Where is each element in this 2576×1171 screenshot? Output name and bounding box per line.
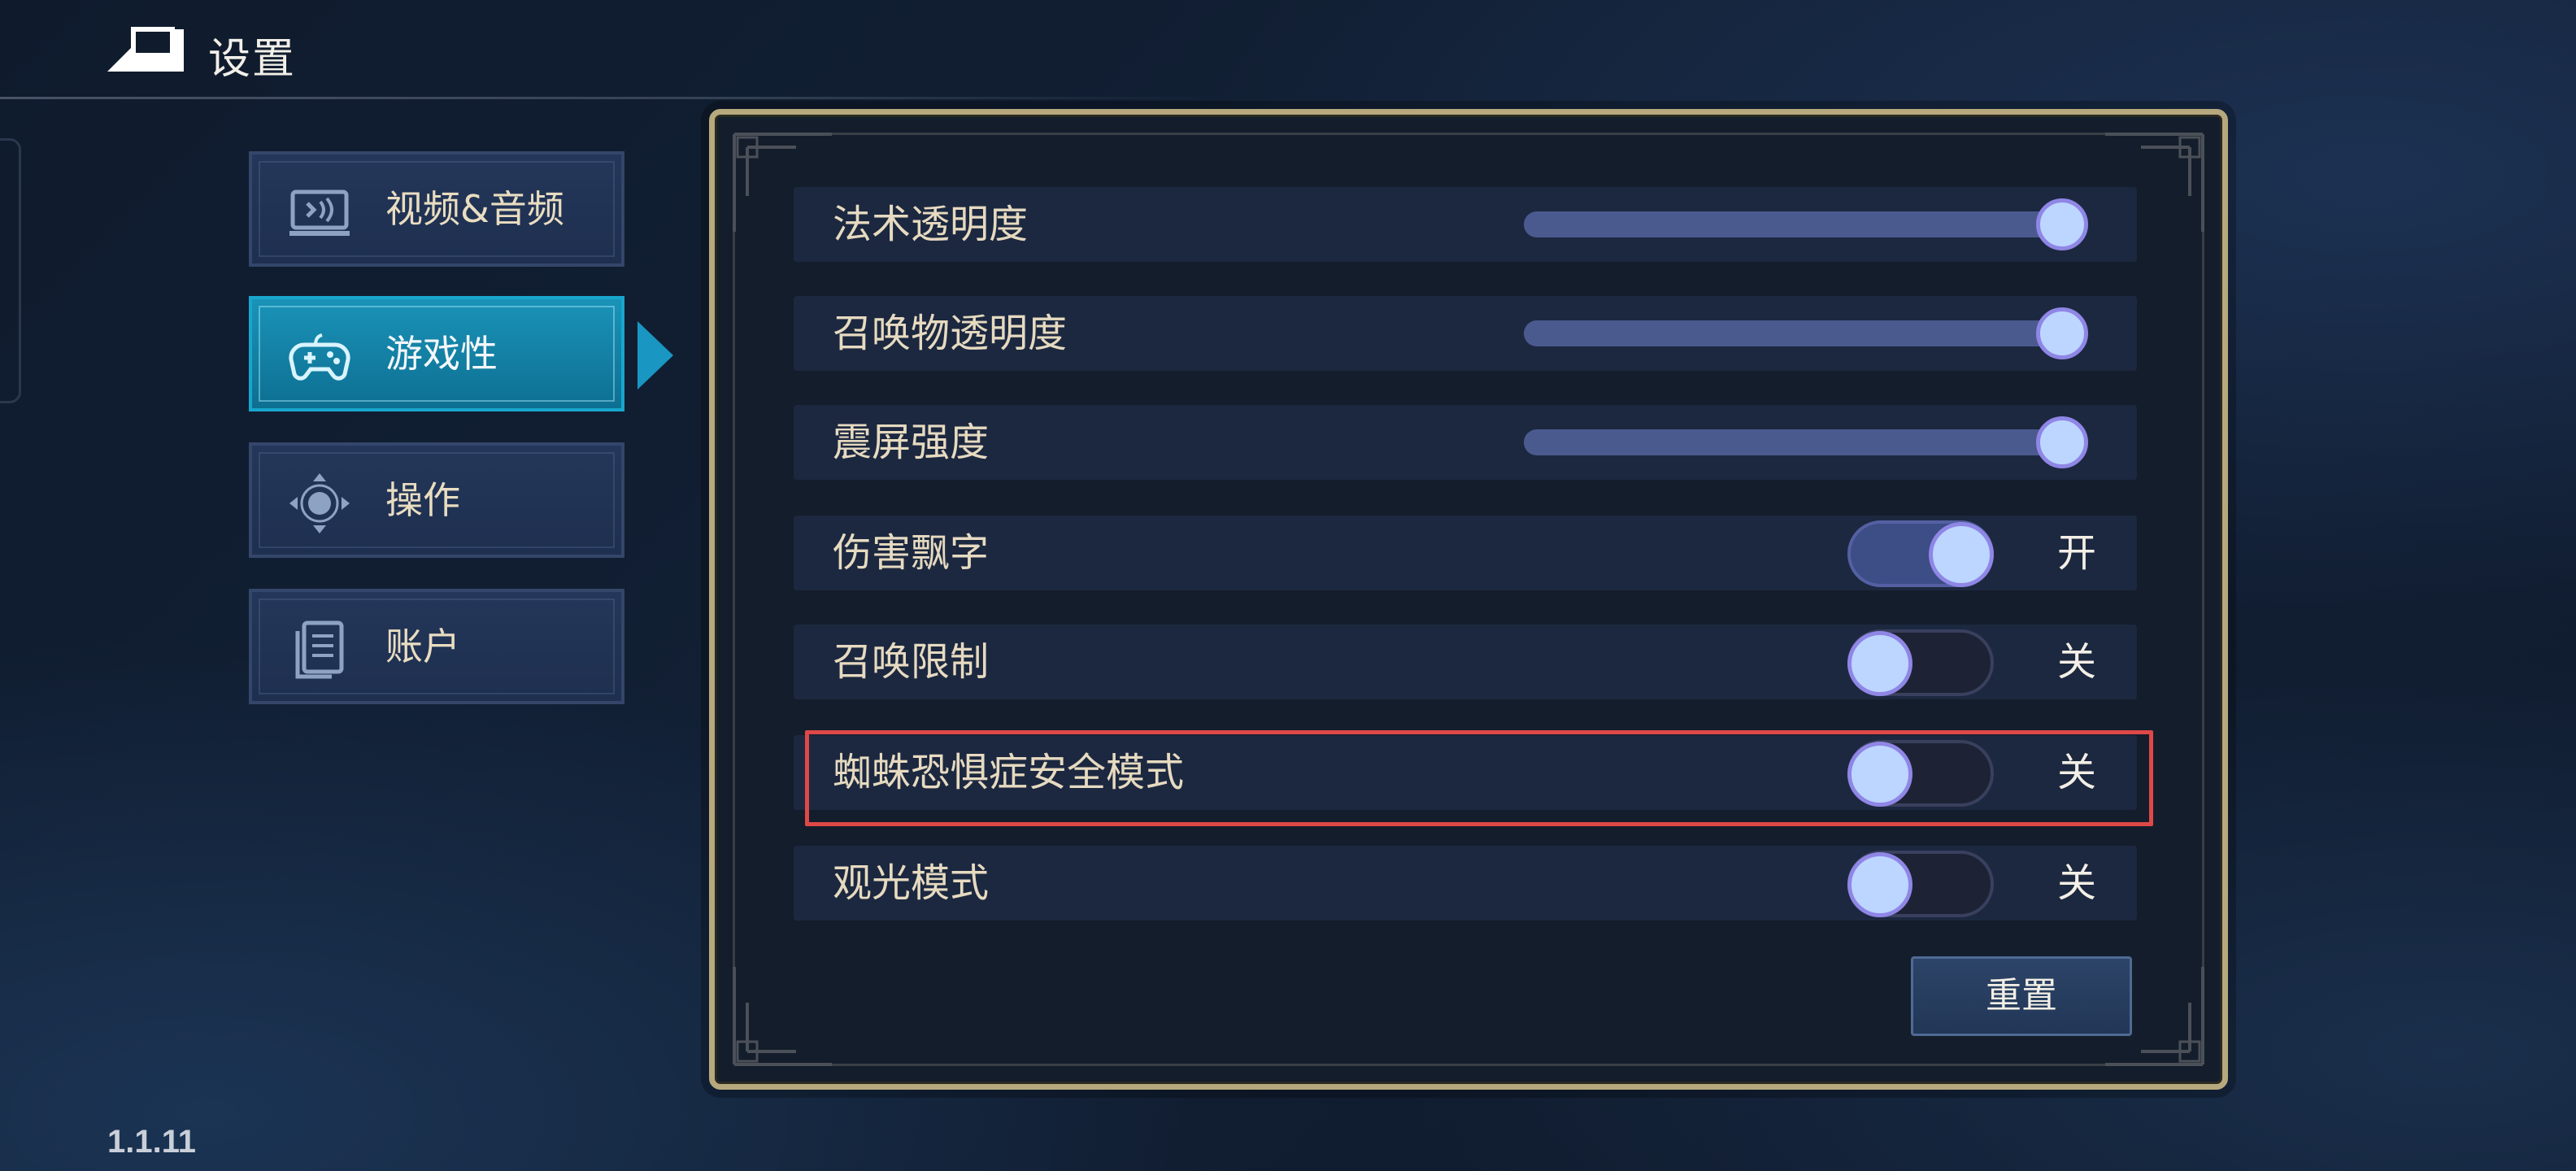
- version-label: 1.1.11: [107, 1124, 197, 1160]
- corner-ornament-icon: [733, 967, 832, 1066]
- edge-decoration: [0, 138, 21, 403]
- slider-thumb[interactable]: [2036, 307, 2088, 359]
- setting-row-sightseeing-mode: 观光模式 关: [794, 846, 2137, 921]
- toggle-state-label: 关: [2057, 639, 2097, 685]
- summon-opacity-slider[interactable]: [1524, 307, 2088, 359]
- active-indicator-arrow: [637, 321, 673, 390]
- toggle-knob: [1847, 631, 1912, 696]
- setting-row-screen-shake: 震屏强度: [794, 405, 2137, 480]
- setting-label: 震屏强度: [833, 420, 990, 465]
- back-arrow-icon[interactable]: [101, 23, 190, 75]
- toggle-state-label: 开: [2057, 530, 2097, 576]
- sightseeing-mode-toggle[interactable]: [1847, 851, 1994, 917]
- setting-row-summon-opacity: 召唤物透明度: [794, 296, 2137, 371]
- setting-label: 伤害飘字: [833, 530, 990, 576]
- summon-limit-toggle[interactable]: [1847, 629, 1994, 696]
- toggle-state-label: 关: [2057, 860, 2097, 906]
- setting-row-spell-opacity: 法术透明度: [794, 187, 2137, 262]
- highlight-box: [805, 730, 2153, 826]
- slider-thumb[interactable]: [2036, 198, 2088, 250]
- page-title: 设置: [208, 35, 297, 84]
- setting-row-summon-limit: 召唤限制 关: [794, 625, 2137, 699]
- setting-label: 观光模式: [833, 860, 990, 906]
- setting-label: 法术透明度: [833, 202, 1029, 247]
- header-divider: [0, 97, 1220, 99]
- sidebar-item-controls[interactable]: 操作: [249, 442, 624, 558]
- sidebar-item-label: 游戏性: [385, 332, 498, 376]
- header: 设置: [0, 0, 2576, 99]
- sidebar-item-gameplay[interactable]: 游戏性: [249, 296, 624, 411]
- slider-thumb[interactable]: [2036, 416, 2088, 468]
- damage-numbers-toggle[interactable]: [1847, 520, 1994, 587]
- toggle-knob: [1929, 522, 1994, 587]
- reset-button[interactable]: 重置: [1911, 956, 2132, 1036]
- monitor-sound-icon: [289, 189, 350, 236]
- sidebar-item-video-audio[interactable]: 视频&音频: [249, 151, 624, 267]
- gamepad-icon: [289, 333, 350, 381]
- screen-shake-slider[interactable]: [1524, 416, 2088, 468]
- sidebar-item-label: 视频&音频: [385, 187, 564, 231]
- sidebar-item-label: 账户: [385, 625, 460, 668]
- document-icon: [295, 620, 344, 679]
- sidebar-item-account[interactable]: 账户: [249, 589, 624, 704]
- spell-opacity-slider[interactable]: [1524, 198, 2088, 250]
- sidebar-item-label: 操作: [385, 478, 460, 522]
- setting-label: 召唤物透明度: [833, 311, 1068, 356]
- dpad-icon: [289, 473, 350, 533]
- setting-row-damage-numbers: 伤害飘字 开: [794, 516, 2137, 590]
- toggle-knob: [1847, 852, 1912, 917]
- setting-label: 召唤限制: [833, 639, 990, 685]
- panel-inner-frame: [733, 133, 2204, 1066]
